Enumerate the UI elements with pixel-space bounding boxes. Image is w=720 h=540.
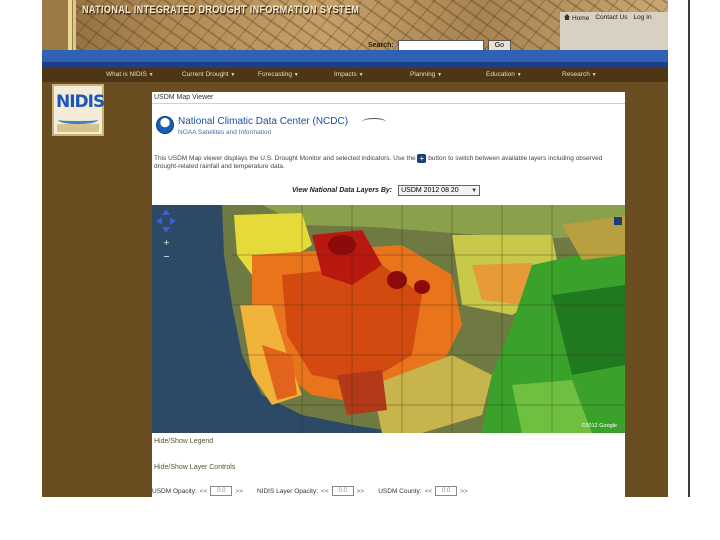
map-viewer-panel: USDM Map Viewer National Climatic Data C… — [152, 92, 625, 497]
blue-band-top — [42, 50, 668, 62]
nidis-logo[interactable]: NIDIS — [52, 84, 105, 136]
region-d4-1 — [387, 271, 407, 289]
map-canvas[interactable]: + − — [152, 205, 625, 433]
nav-label: Impacts — [334, 71, 357, 78]
nav-item-planning[interactable]: Planning ▼ — [410, 68, 486, 82]
layer-label: View National Data Layers By: — [292, 187, 393, 194]
home-link-label: Home — [572, 15, 590, 22]
chevron-down-icon: ▼ — [516, 72, 522, 78]
layer-select-value: USDM 2012 08 20 — [401, 187, 459, 194]
decrease-icon[interactable]: << — [200, 488, 208, 495]
nav-label: Education — [486, 71, 515, 78]
zoom-out-icon[interactable]: − — [163, 252, 170, 261]
opacity-group-county: USDM County: << 0.0 >> — [378, 486, 468, 496]
nav-item-education[interactable]: Education ▼ — [486, 68, 562, 82]
nav-item-forecasting[interactable]: Forecasting ▼ — [258, 68, 334, 82]
chevron-down-icon: ▼ — [471, 187, 478, 194]
home-icon — [564, 14, 570, 20]
site-banner: NATIONAL INTEGRATED DROUGHT INFORMATION … — [42, 0, 668, 51]
layer-select[interactable]: USDM 2012 08 20 ▼ — [398, 185, 481, 196]
region-d4-2 — [414, 280, 430, 294]
viewer-description: This USDM Map viewer displays the U.S. D… — [154, 154, 619, 171]
ncdc-swoosh — [362, 118, 386, 126]
ncdc-subtitle: NOAA Satellites and Information — [178, 129, 272, 136]
map-credit: ©2012 Google — [581, 423, 617, 429]
opacity-input[interactable]: 0.0 — [435, 486, 458, 496]
opacity-group-nidis: NIDIS Layer Opacity: << 0.0 >> — [257, 486, 364, 496]
main-nav: What is NIDIS ▼ Current Drought ▼ Foreca… — [42, 68, 668, 82]
nav-item-impacts[interactable]: Impacts ▼ — [334, 68, 410, 82]
chevron-down-icon: ▼ — [437, 72, 443, 78]
top-links: Home Contact Us Log In — [560, 12, 668, 50]
opacity-group-usdm: USDM Opacity: << 0.0 >> — [152, 486, 243, 496]
opacity-input[interactable]: 0.0 — [210, 486, 233, 496]
search-input[interactable] — [397, 39, 484, 51]
layer-toggle-icon[interactable] — [614, 217, 622, 225]
nav-item-research[interactable]: Research ▼ — [562, 68, 638, 82]
nav-label: Forecasting — [258, 71, 292, 78]
divider — [152, 103, 625, 104]
logo-ground — [57, 124, 99, 132]
chevron-down-icon: ▼ — [591, 72, 597, 78]
logo-wave — [58, 116, 98, 124]
page-frame: NATIONAL INTEGRATED DROUGHT INFORMATION … — [42, 0, 668, 497]
chevron-down-icon: ▼ — [293, 72, 299, 78]
opacity-label: NIDIS Layer Opacity: — [256, 487, 319, 495]
opacity-label: USDM County: — [378, 487, 422, 495]
plus-icon[interactable]: + — [417, 154, 427, 163]
nav-item-current-drought[interactable]: Current Drought ▼ — [182, 68, 258, 82]
chevron-down-icon: ▼ — [230, 72, 236, 78]
drought-map[interactable]: + − ©2012 Google — [152, 205, 625, 433]
site-title: NATIONAL INTEGRATED DROUGHT INFORMATION … — [82, 3, 360, 16]
chevron-down-icon: ▼ — [148, 72, 154, 78]
login-link[interactable]: Log In — [634, 14, 652, 48]
legend-toggle-link[interactable]: Hide/Show Legend — [154, 438, 213, 445]
go-button[interactable]: Go — [487, 39, 512, 51]
decrease-icon[interactable]: << — [321, 488, 329, 495]
contact-link[interactable]: Contact Us — [595, 14, 627, 48]
page-edge-rule — [688, 0, 690, 497]
increase-icon[interactable]: >> — [460, 488, 468, 495]
increase-icon[interactable]: >> — [357, 488, 365, 495]
layer-selector-row: View National Data Layers By: USDM 2012 … — [292, 185, 481, 196]
opacity-input[interactable]: 0.0 — [331, 486, 354, 496]
nav-label: Research — [562, 71, 590, 78]
chevron-down-icon: ▼ — [358, 72, 364, 78]
zoom-in-icon[interactable]: + — [163, 238, 170, 247]
opacity-controls: USDM Opacity: << 0.0 >> NIDIS Layer Opac… — [152, 485, 625, 497]
nav-label: Current Drought — [182, 71, 229, 78]
nav-item-what-is-nidis[interactable]: What is NIDIS ▼ — [106, 68, 182, 82]
viewer-title: USDM Map Viewer — [154, 94, 214, 101]
layer-controls-toggle-link[interactable]: Hide/Show Layer Controls — [154, 464, 235, 471]
description-text: This USDM Map viewer displays the U.S. D… — [154, 155, 416, 163]
search-label: Search: — [368, 41, 394, 49]
increase-icon[interactable]: >> — [235, 488, 243, 495]
home-link[interactable]: Home — [564, 14, 589, 48]
opacity-label: USDM Opacity: — [152, 487, 197, 495]
decrease-icon[interactable]: << — [425, 488, 433, 495]
nav-label: What is NIDIS — [106, 71, 147, 78]
logo-text: NIDIS — [56, 92, 105, 112]
banner-accent — [68, 0, 72, 50]
nav-label: Planning — [410, 71, 436, 78]
noaa-logo-icon — [156, 116, 174, 134]
ncdc-title: National Climatic Data Center (NCDC) — [178, 116, 349, 127]
